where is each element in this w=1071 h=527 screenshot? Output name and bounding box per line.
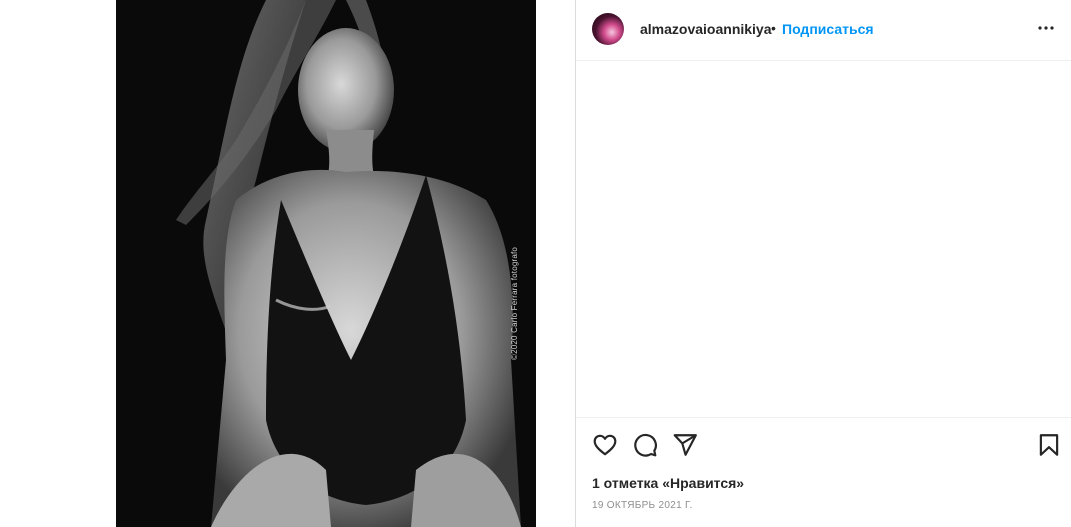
username-link[interactable]: almazovaioannikiya bbox=[640, 21, 772, 37]
instagram-post-page: ©2020 Carlo Ferrara fotografo almazovaio… bbox=[0, 0, 1071, 527]
more-options-button[interactable] bbox=[1034, 16, 1058, 40]
post-photo[interactable] bbox=[116, 0, 536, 527]
paper-plane-icon bbox=[673, 434, 697, 456]
save-button[interactable] bbox=[1036, 432, 1062, 458]
like-button[interactable] bbox=[592, 432, 618, 458]
user-avatar[interactable] bbox=[592, 13, 624, 45]
post-actions-section: 1 отметка «Нравится» 19 ОКТЯБРЬ 2021 Г. bbox=[576, 417, 1071, 527]
post-side-panel: almazovaioannikiya • Подписаться 1 отмет… bbox=[575, 0, 1071, 527]
comments-area bbox=[576, 61, 1071, 417]
header-separator: • bbox=[771, 20, 776, 36]
share-button[interactable] bbox=[672, 432, 698, 458]
post-date[interactable]: 19 ОКТЯБРЬ 2021 Г. bbox=[592, 500, 693, 511]
photo-credit-watermark: ©2020 Carlo Ferrara fotografo bbox=[510, 246, 519, 360]
follow-button[interactable]: Подписаться bbox=[782, 21, 874, 37]
post-header: almazovaioannikiya • Подписаться bbox=[576, 0, 1071, 61]
more-horizontal-icon bbox=[1038, 26, 1054, 30]
bookmark-icon bbox=[1039, 434, 1059, 456]
comment-icon bbox=[634, 433, 657, 457]
comment-button[interactable] bbox=[632, 432, 658, 458]
likes-count[interactable]: 1 отметка «Нравится» bbox=[592, 475, 744, 491]
heart-icon bbox=[593, 434, 617, 456]
post-photo-image bbox=[116, 0, 536, 527]
